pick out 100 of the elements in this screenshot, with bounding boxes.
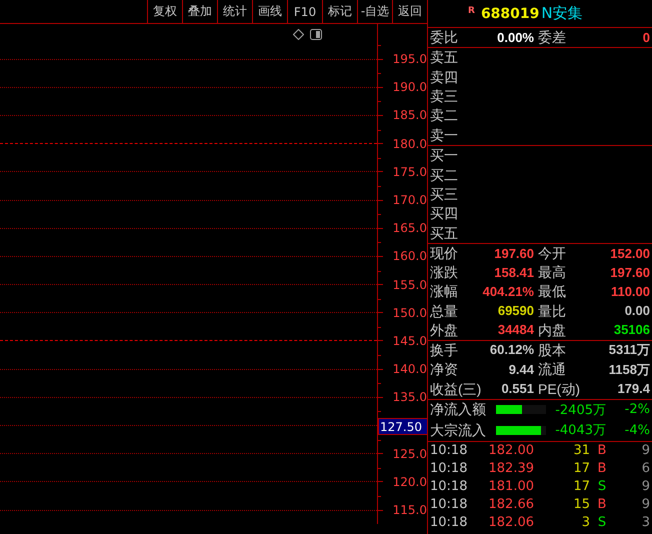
axis-label: 115.0 [392, 503, 427, 518]
stat-label: 换手 [430, 342, 458, 359]
stat-label: 量比 [538, 302, 566, 320]
stat-label: 委差 [538, 29, 566, 46]
diamond-icon[interactable] [293, 29, 304, 40]
axis-label: 180.0 [392, 136, 427, 151]
axis-label: 165.0 [392, 221, 427, 236]
stat-value: 110.00 [610, 284, 650, 300]
axis-label: 175.0 [392, 164, 427, 179]
toggle-icon[interactable] [310, 29, 322, 40]
stat-label: 内盘 [538, 322, 566, 339]
stat-value: 60.12% [490, 342, 534, 358]
bid-level-label: 买四 [430, 205, 458, 222]
flow-amount: -4043万 [554, 422, 606, 440]
stat-label: PE(动) [538, 380, 580, 398]
axis-label: 150.0 [392, 306, 427, 320]
ask-level-label: 卖三 [430, 88, 458, 105]
trade-price: 182.39 [488, 461, 534, 476]
axis-label: 140.0 [392, 362, 427, 376]
ask-level-label: 卖四 [430, 68, 458, 86]
stat-label: 外盘 [430, 322, 458, 339]
trade-side: S [596, 515, 608, 530]
stat-value: 0 [642, 30, 650, 46]
axis-label: 125.0 [392, 446, 427, 461]
trade-price: 181.00 [488, 479, 534, 494]
stat-label: 委比 [430, 29, 458, 46]
market-label: R [468, 6, 475, 16]
stat-value: 34484 [498, 322, 534, 338]
bid-level-label: 买一 [430, 147, 458, 164]
stat-label: 净资 [430, 361, 458, 378]
trade-time: 10:18 [430, 479, 468, 494]
flow-label: 净流入额 [430, 401, 486, 418]
trade-volume: 15 [572, 497, 590, 512]
stat-label: 涨跌 [430, 264, 458, 282]
axis-label: 155.0 [392, 278, 427, 292]
trade-side: S [596, 479, 608, 494]
trade-volume: 17 [572, 479, 590, 494]
price-cursor-label: 127.50 [378, 418, 428, 436]
stat-value: 158.41 [494, 264, 534, 281]
trade-side: B [596, 461, 608, 476]
stat-value: 404.21% [482, 284, 534, 300]
stat-label: 最高 [538, 264, 566, 282]
trade-price: 182.06 [488, 515, 534, 530]
stat-value: 0.00% [497, 30, 534, 46]
stat-value: 0.00 [624, 303, 650, 320]
trade-time: 10:18 [430, 443, 468, 458]
stat-value: 69590 [498, 303, 534, 320]
ask-level-label: 卖二 [430, 107, 458, 124]
axis-label: 170.0 [392, 193, 427, 208]
flow-percent: -4% [624, 422, 650, 438]
axis-label: 120.0 [392, 474, 427, 489]
flow-amount: -2405万 [554, 402, 606, 419]
bid-level-label: 买二 [430, 166, 458, 184]
stat-value: 9.44 [508, 362, 534, 378]
stock-code: 688019 [480, 6, 540, 22]
trade-count: 6 [640, 461, 650, 476]
axis-label: 135.0 [392, 390, 427, 404]
trade-time: 10:18 [430, 461, 468, 476]
trade-volume: 3 [580, 515, 590, 530]
stat-value: 197.60 [610, 264, 650, 281]
axis-label: 145.0 [392, 334, 427, 348]
stat-value: 1158万 [608, 362, 650, 378]
trade-volume: 17 [572, 461, 590, 476]
stat-label: 总量 [430, 302, 458, 320]
flow-label: 大宗流入 [430, 422, 486, 439]
toolbar-button[interactable]: -自选 [357, 0, 392, 23]
trade-count: 9 [640, 497, 650, 512]
stat-label: 最低 [538, 283, 566, 300]
trade-side: B [596, 497, 608, 512]
bid-level-label: 买三 [430, 186, 458, 203]
trade-time: 10:18 [430, 515, 468, 530]
axis-label: 160.0 [392, 249, 427, 264]
axis-label: 195.0 [392, 52, 427, 66]
stat-label: 股本 [538, 342, 566, 359]
trade-volume: 31 [572, 443, 590, 458]
trade-time: 10:18 [430, 497, 468, 512]
stat-label: 今开 [538, 245, 566, 262]
trade-count: 9 [640, 443, 650, 458]
axis-label: 190.0 [392, 80, 427, 94]
stat-value: 152.00 [610, 246, 650, 262]
stat-value: 35106 [614, 322, 650, 338]
flow-percent: -2% [624, 402, 650, 418]
stat-value: 5311万 [608, 342, 650, 358]
stat-label: 收益(三) [430, 380, 482, 398]
axis-label: 185.0 [392, 108, 427, 122]
trade-count: 9 [640, 479, 650, 494]
trade-price: 182.00 [488, 443, 534, 458]
stat-value: 179.4 [617, 381, 650, 398]
stat-label: 涨幅 [430, 283, 458, 300]
stat-label: 流通 [538, 361, 566, 378]
stock-name: N安集 [541, 4, 583, 23]
ask-level-label: 卖五 [430, 49, 458, 66]
trade-price: 182.66 [488, 497, 534, 512]
stat-value: 0.551 [501, 381, 534, 398]
trade-side: B [596, 443, 608, 458]
trade-count: 3 [640, 515, 650, 530]
stat-value: 197.60 [494, 246, 534, 262]
bid-level-label: 买五 [430, 224, 458, 242]
ask-level-label: 卖一 [430, 126, 458, 144]
stat-label: 现价 [430, 245, 458, 262]
